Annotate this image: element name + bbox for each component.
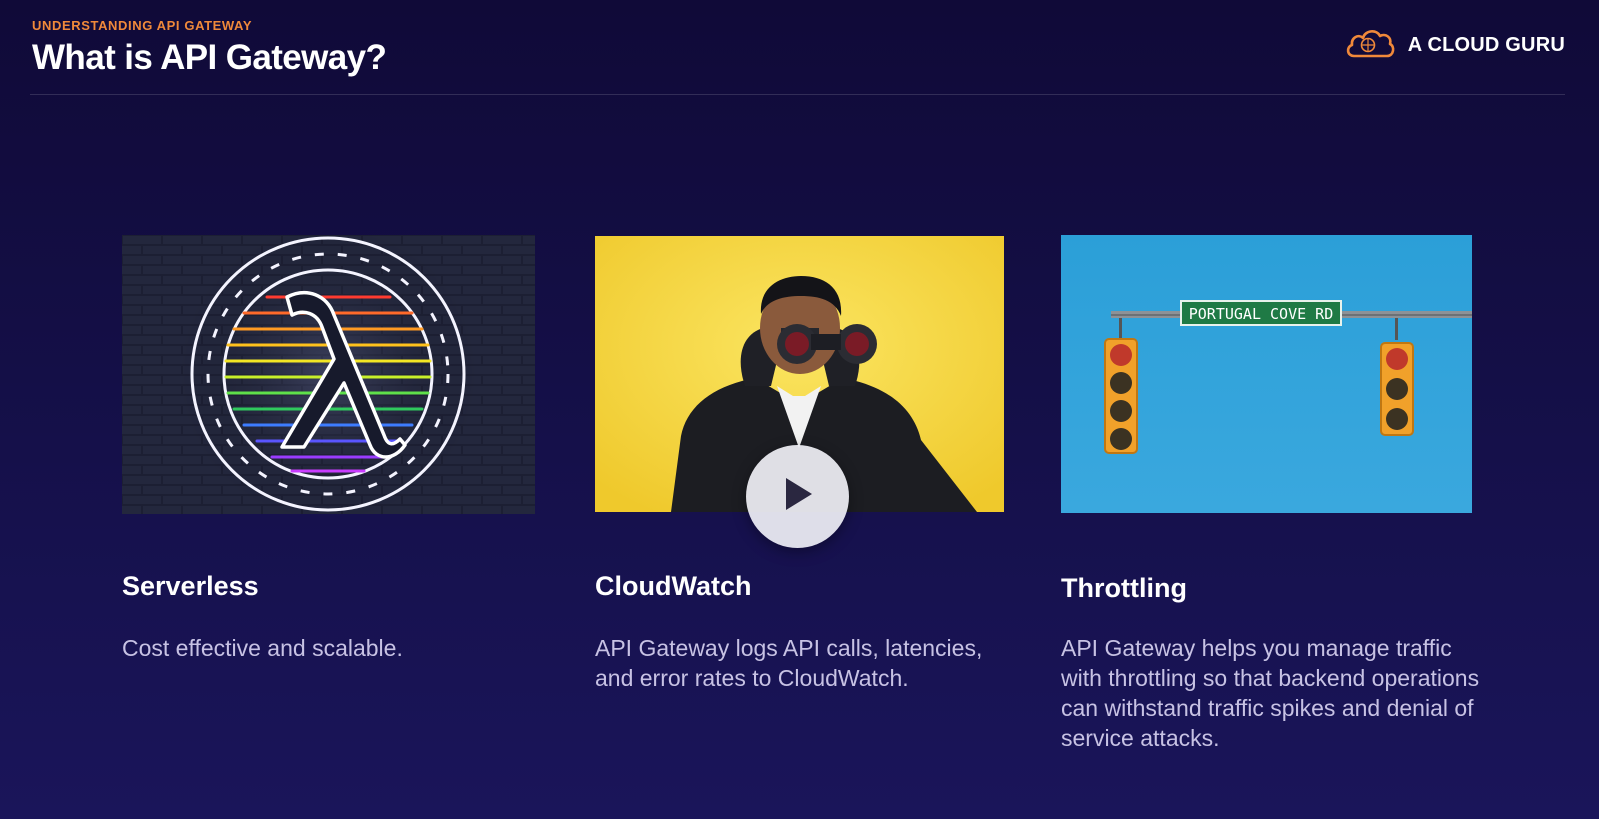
card-title: Serverless	[122, 571, 259, 601]
page-title: What is API Gateway?	[32, 38, 387, 77]
section-eyebrow: UNDERSTANDING API GATEWAY	[32, 18, 253, 33]
card-title: CloudWatch	[595, 571, 752, 601]
header-divider	[30, 94, 1565, 95]
brand-name: A CLOUD GURU	[1407, 34, 1565, 56]
card-description: Cost effective and scalable.	[122, 635, 403, 661]
video-play-button[interactable]	[746, 445, 849, 548]
brand-logo: A CLOUD GURU	[1344, 26, 1565, 65]
card-description: API Gateway logs API calls, latencies, a…	[595, 635, 983, 691]
slide-header: UNDERSTANDING API GATEWAY What is API Ga…	[32, 16, 1565, 96]
card-description: API Gateway helps you manage traffic wit…	[1061, 635, 1480, 751]
cloud-logo-icon	[1344, 26, 1396, 65]
card-title: Throttling	[1061, 573, 1187, 603]
neon-lambda-image	[122, 235, 535, 514]
play-icon	[780, 474, 816, 519]
svg-text:PORTUGAL COVE RD: PORTUGAL COVE RD	[1189, 305, 1334, 323]
traffic-lights-image: PORTUGAL COVE RD	[1061, 235, 1472, 513]
